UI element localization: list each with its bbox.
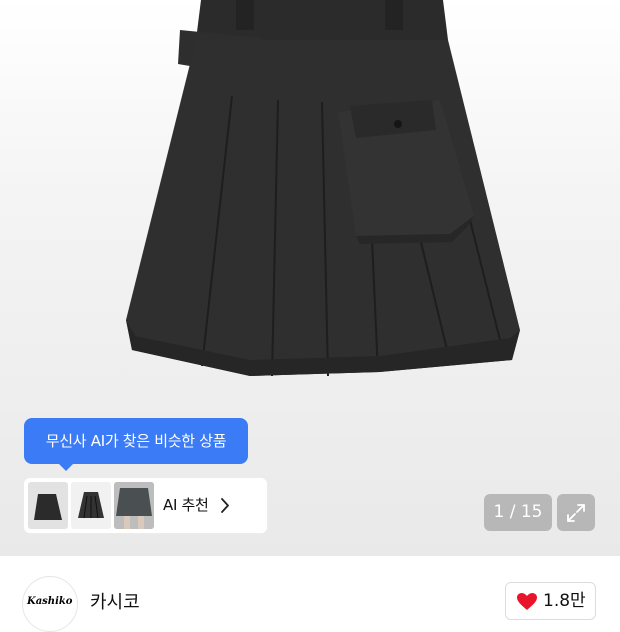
product-image <box>126 0 520 377</box>
brand-logo-text: Kashiko <box>27 596 73 607</box>
brand-bar: Kashiko 카시코 1.8만 <box>0 556 620 632</box>
like-button[interactable]: 1.8만 <box>505 582 596 620</box>
brand-logo[interactable]: Kashiko <box>22 576 78 632</box>
similar-product-thumb[interactable] <box>71 482 111 529</box>
like-count: 1.8만 <box>543 591 586 611</box>
ai-recommend-label: AI 추천 <box>163 496 209 514</box>
brand-name[interactable]: 카시코 <box>90 588 140 614</box>
ai-recommend-card[interactable]: AI 추천 <box>24 478 267 533</box>
product-image-gallery[interactable]: 무신사 AI가 찾은 비슷한 상품 AI 추천 1 / 15 <box>0 0 620 556</box>
heart-icon <box>517 593 537 610</box>
ai-recommend-tooltip: 무신사 AI가 찾은 비슷한 상품 <box>24 418 248 471</box>
chevron-right-icon <box>221 498 229 513</box>
expand-button[interactable] <box>557 494 595 531</box>
similar-product-thumb[interactable] <box>28 482 68 529</box>
image-counter: 1 / 15 <box>484 494 552 531</box>
similar-product-thumb[interactable] <box>114 482 154 529</box>
expand-icon <box>567 504 585 522</box>
